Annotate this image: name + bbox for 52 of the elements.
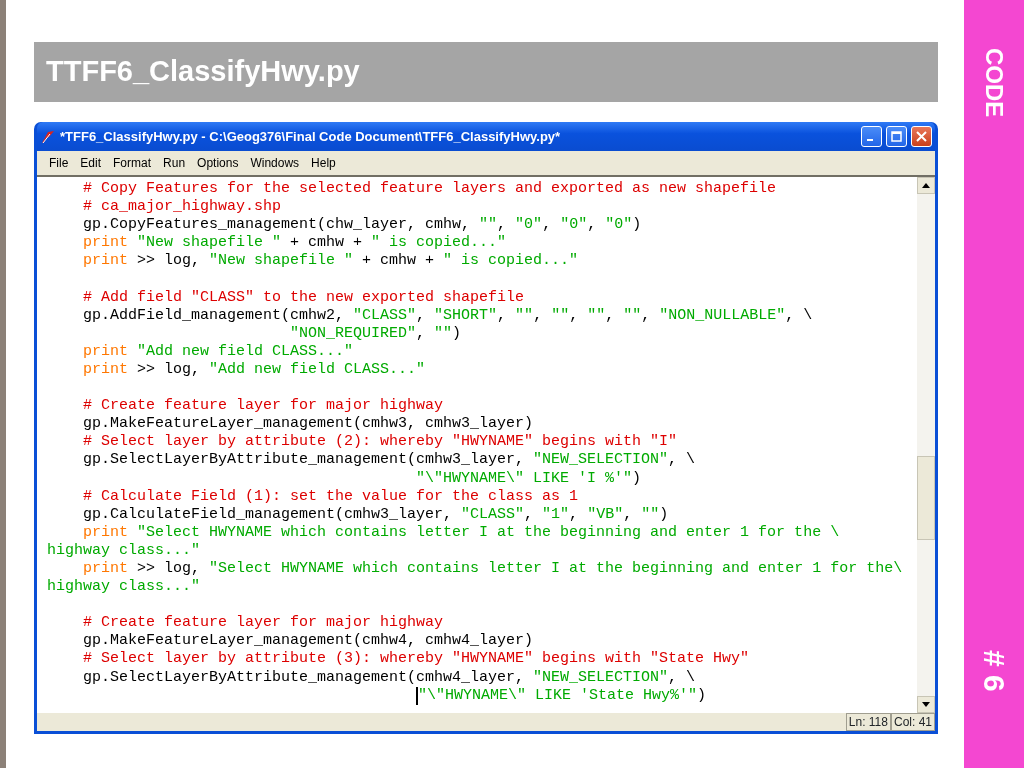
- line-indicator: Ln: 118: [845, 713, 891, 731]
- code-line: print "Add new field CLASS...": [82, 342, 355, 361]
- code-line: highway class...": [47, 541, 202, 560]
- section-label: CODE: [982, 48, 1006, 118]
- maximize-icon: [891, 131, 902, 142]
- menu-item[interactable]: Windows: [244, 153, 306, 173]
- code-line: print >> log, "Select HWYNAME which contains letter I at the beginning and enter 1 for the\: [82, 559, 904, 579]
- code-line: gp.MakeFeatureLayer_management(cmhw4, cmhw4_layer): [82, 632, 535, 651]
- menu-item[interactable]: Run: [157, 153, 192, 173]
- slide-title: TTFF6_ClassifyHwy.py: [34, 42, 938, 102]
- maximize-button[interactable]: [886, 126, 907, 147]
- menu-item[interactable]: Edit: [74, 153, 108, 173]
- menu-item[interactable]: Help: [305, 153, 342, 173]
- code-line: # Calculate Field (1): set the value for the class as 1: [82, 487, 580, 506]
- scroll-up-button[interactable]: [917, 177, 935, 194]
- minimize-icon: [867, 138, 873, 141]
- code-line: print "New shapefile " + cmhw + " is copied...": [82, 234, 508, 253]
- code-line: # Create feature layer for major highway: [82, 397, 445, 416]
- code-line: print >> log, "New shapefile " + cmhw + " is copied...": [82, 252, 580, 271]
- code-line: # Add field "CLASS" to the new exported shapefile: [82, 288, 526, 307]
- code-line: "NON_REQUIRED", ""): [289, 324, 463, 343]
- code-line: print "Select HWYNAME which contains letter I at the beginning and enter 1 for the \: [82, 523, 841, 542]
- code-line: gp.AddField_management(cmhw2, "CLASS", "SHORT", "", "", "", "", "NON_NULLABLE", \: [82, 306, 814, 325]
- column-indicator: Col: 41: [890, 713, 935, 731]
- code-line: print >> log, "Add new field CLASS...": [82, 360, 427, 380]
- code-line: "\"HWYNAME\" LIKE 'I %'"): [415, 469, 643, 488]
- code-line: gp.SelectLayerByAttribute_management(cmhw3_layer, "NEW_SELECTION", \: [82, 451, 697, 470]
- code-line: gp.CopyFeatures_management(chw_layer, cmhw, "", "0", "0", "0"): [82, 216, 643, 235]
- scroll-down-button[interactable]: [917, 696, 935, 713]
- minimize-button[interactable]: [861, 126, 882, 147]
- code-line: gp.MakeFeatureLayer_management(cmhw3, cmhw3_layer): [82, 415, 535, 434]
- menu-item[interactable]: Options: [191, 153, 245, 173]
- code-line: # ca_major_highway.shp: [82, 198, 283, 217]
- menu-item[interactable]: File: [43, 153, 75, 173]
- code-line: gp.CalculateField_management(cmhw3_layer, "CLASS", "1", "VB", ""): [82, 505, 670, 524]
- feather-icon: [40, 128, 56, 145]
- code-line: gp.SelectLayerByAttribute_management(cmhw4_layer, "NEW_SELECTION", \: [82, 668, 697, 687]
- code-line: # Select layer by attribute (2): whereby "HWYNAME" begins with "I": [82, 433, 679, 452]
- down-arrow-icon: [922, 702, 930, 707]
- code-line: # Select layer by attribute (3): whereby "HWYNAME" begins with "State Hwy": [82, 650, 751, 669]
- code-line: # Create feature layer for major highway: [82, 614, 445, 633]
- close-icon: [916, 131, 927, 142]
- code-line: highway class...": [47, 578, 202, 597]
- code-line: "\"HWYNAME\" LIKE 'State Hwy%'"): [415, 686, 708, 705]
- up-arrow-icon: [922, 183, 930, 188]
- slide-number: # 6: [979, 650, 1009, 692]
- window-title: *TFF6_ClassifyHwy.py - C:\Geog376\Final Code Document\TFF6_ClassifyHwy.py*: [60, 127, 562, 146]
- scrollbar-thumb[interactable]: [917, 456, 935, 540]
- scrollbar[interactable]: [917, 177, 935, 713]
- close-button[interactable]: [911, 126, 932, 147]
- menu-item[interactable]: Format: [107, 153, 158, 173]
- code-line: # Copy Features for the selected feature layers and exported as new shapefile: [82, 180, 778, 199]
